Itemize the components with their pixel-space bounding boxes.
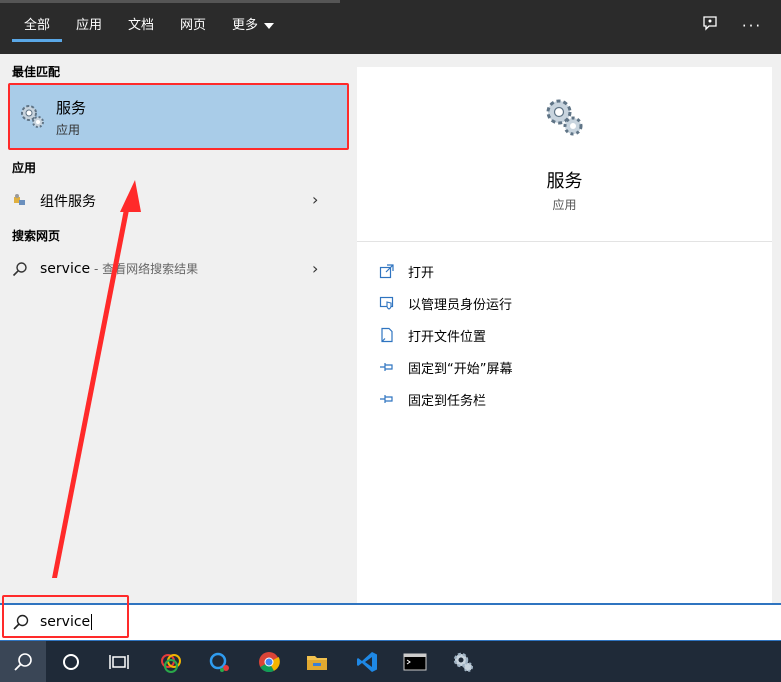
detail-panel: 服务 应用 打开 以管理员身份运行 打开文件位置 固定到“开始”屏幕 固定到任务… [357, 67, 772, 604]
taskbar-task-view-button[interactable] [96, 641, 142, 682]
taskbar-terminal-button[interactable] [392, 641, 438, 682]
action-pin-to-start-label: 固定到“开始”屏幕 [408, 362, 513, 377]
terminal-icon [403, 653, 427, 671]
chrome-icon [259, 652, 280, 673]
app-icon [161, 654, 181, 673]
component-services-icon [14, 194, 25, 205]
action-open[interactable]: 打开 [379, 259, 759, 283]
taskbar-cortana-button[interactable] [48, 641, 94, 682]
action-run-as-admin[interactable]: 以管理员身份运行 [379, 291, 759, 315]
web-search-header: 搜索网页 [12, 229, 61, 243]
taskbar-search-button[interactable] [0, 641, 46, 682]
annotation-highlight-best-match [8, 83, 349, 150]
taskbar-vscode-button[interactable] [344, 641, 390, 682]
more-options-icon[interactable]: ··· [740, 14, 764, 38]
action-open-file-location[interactable]: 打开文件位置 [379, 323, 759, 347]
search-tab-bar: 全部 应用 文档 网页 更多 ··· [0, 0, 781, 54]
component-services-label: 组件服务 [40, 194, 96, 210]
taskbar-services-button[interactable] [440, 641, 486, 682]
tab-more[interactable]: 更多 [220, 10, 286, 42]
tab-all[interactable]: 全部 [12, 10, 63, 42]
action-open-file-location-label: 打开文件位置 [408, 330, 487, 345]
web-search-query: service [40, 261, 91, 277]
file-location-icon [381, 327, 393, 343]
taskbar [0, 641, 781, 682]
action-pin-to-start[interactable]: 固定到“开始”屏幕 [379, 355, 759, 379]
chevron-right-icon[interactable]: › [312, 259, 318, 278]
tab-documents[interactable]: 文档 [116, 10, 166, 42]
detail-title: 服务 [546, 171, 583, 192]
action-open-label: 打开 [408, 266, 435, 281]
taskbar-chrome-button[interactable] [246, 641, 292, 682]
task-view-icon [109, 655, 129, 669]
vscode-icon [357, 652, 377, 672]
action-pin-to-taskbar[interactable]: 固定到任务栏 [379, 387, 759, 411]
feedback-icon[interactable] [698, 14, 722, 38]
chevron-down-icon [264, 22, 275, 29]
open-icon [379, 264, 394, 279]
scrollbar[interactable] [773, 54, 781, 604]
tab-more-label: 更多 [232, 18, 259, 33]
tab-web[interactable]: 网页 [168, 10, 218, 42]
window-edge [0, 0, 340, 3]
list-item-component-services[interactable]: 组件服务 › [0, 183, 344, 217]
web-search-label: service - 查看网络搜索结果 [40, 260, 198, 277]
taskbar-file-explorer-button[interactable] [294, 641, 340, 682]
cortana-icon [63, 654, 79, 670]
best-match-header: 最佳匹配 [12, 65, 61, 79]
gears-icon [546, 99, 583, 136]
detail-subtitle: 应用 [552, 198, 577, 212]
taskbar-app-button[interactable] [148, 641, 194, 682]
app-icon [209, 652, 229, 672]
list-item-web-search[interactable]: service - 查看网络搜索结果 › [0, 252, 344, 286]
action-pin-to-taskbar-label: 固定到任务栏 [408, 394, 487, 409]
action-run-as-admin-label: 以管理员身份运行 [408, 298, 513, 313]
search-icon [12, 262, 27, 277]
pin-icon [380, 395, 393, 403]
pin-icon [380, 363, 393, 371]
taskbar-app-button[interactable] [196, 641, 242, 682]
apps-header: 应用 [12, 161, 37, 175]
tab-apps[interactable]: 应用 [64, 10, 114, 42]
search-icon [14, 653, 32, 671]
file-explorer-icon [307, 656, 327, 670]
web-search-suffix: - 查看网络搜索结果 [90, 262, 199, 276]
shield-run-icon [379, 296, 394, 310]
divider [357, 241, 772, 242]
annotation-highlight-search-box [2, 595, 129, 638]
chevron-right-icon[interactable]: › [312, 190, 318, 209]
services-icon [453, 652, 473, 672]
